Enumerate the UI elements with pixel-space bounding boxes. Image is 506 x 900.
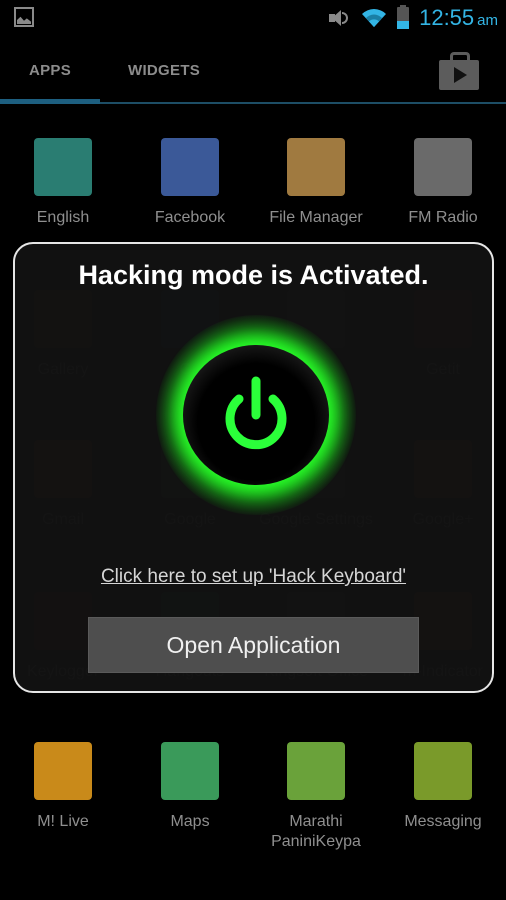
open-application-button[interactable]: Open Application [88, 617, 419, 673]
app-label: Facebook [154, 209, 226, 226]
app-label: Marathi PaniniKeypa [271, 813, 361, 850]
app-english[interactable]: English [0, 138, 126, 228]
file-manager-icon [287, 138, 345, 196]
app-fm-radio[interactable]: FM Radio [380, 138, 506, 228]
app-label: Messaging [404, 813, 482, 830]
app-label: M! Live [37, 813, 89, 830]
setup-hack-keyboard-link[interactable]: Click here to set up 'Hack Keyboard' [15, 566, 492, 588]
app-file-manager[interactable]: File Manager [253, 138, 379, 228]
app-label: English [36, 209, 90, 226]
app-facebook[interactable]: Facebook [127, 138, 253, 228]
power-button[interactable] [156, 315, 356, 515]
dialog-title: Hacking mode is Activated. [78, 260, 429, 290]
messaging-icon [414, 742, 472, 800]
app-maps[interactable]: Maps [127, 742, 253, 832]
fm-radio-icon [414, 138, 472, 196]
app-messaging[interactable]: Messaging [380, 742, 506, 832]
app-marathi-paninikeypa[interactable]: Marathi PaniniKeypa [253, 742, 379, 852]
hacking-mode-dialog: Hacking mode is Activated. Click here to… [13, 242, 494, 693]
english-dictionary-icon [34, 138, 92, 196]
app-label: File Manager [269, 209, 363, 226]
maps-icon [161, 742, 219, 800]
app-m-live[interactable]: M! Live [0, 742, 126, 832]
app-label: FM Radio [408, 209, 478, 226]
m-live-icon [34, 742, 92, 800]
marathi-keypad-icon [287, 742, 345, 800]
facebook-icon [161, 138, 219, 196]
power-icon [225, 376, 287, 450]
app-label: Maps [170, 813, 210, 830]
